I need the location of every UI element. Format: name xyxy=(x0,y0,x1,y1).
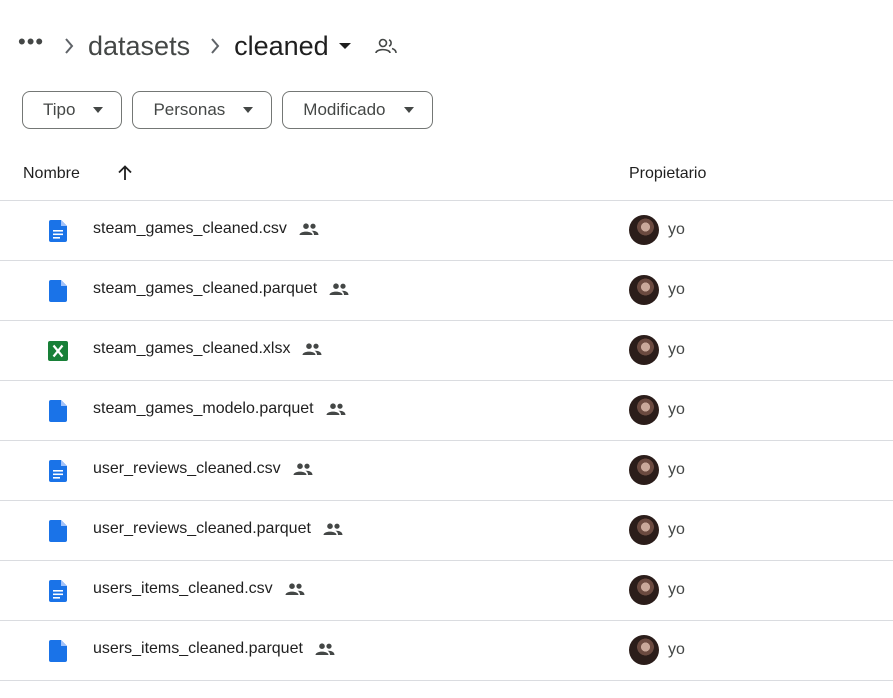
filter-label: Tipo xyxy=(43,100,76,119)
file-name-text: user_reviews_cleaned.csv xyxy=(93,460,281,477)
dropdown-arrow-icon xyxy=(403,107,414,113)
owner-avatar xyxy=(629,455,659,485)
table-row[interactable]: steam_games_cleaned.xlsx yo xyxy=(0,321,893,381)
shared-people-icon xyxy=(326,403,346,415)
table-row[interactable]: steam_games_modelo.parquet yo xyxy=(0,381,893,441)
owner-avatar xyxy=(629,335,659,365)
file-list: steam_games_cleaned.csv yo steam_games_c… xyxy=(0,201,893,681)
filter-label: Personas xyxy=(153,100,226,119)
table-row[interactable]: users_items_cleaned.csv yo xyxy=(0,561,893,621)
filter-personas-button[interactable]: Personas xyxy=(132,91,273,129)
filter-tipo-button[interactable]: Tipo xyxy=(22,91,123,129)
chevron-right-icon xyxy=(210,38,220,54)
doc-file-icon xyxy=(49,460,67,482)
generic-file-icon xyxy=(49,280,67,302)
breadcrumb: ••• datasets cleaned xyxy=(18,22,397,70)
file-name-text: steam_games_cleaned.xlsx xyxy=(93,340,291,357)
shared-people-icon xyxy=(315,643,335,655)
doc-file-icon xyxy=(49,220,67,242)
filter-modificado-button[interactable]: Modificado xyxy=(282,91,433,129)
table-row[interactable]: steam_games_cleaned.parquet yo xyxy=(0,261,893,321)
file-name: steam_games_modelo.parquet xyxy=(93,400,346,418)
dropdown-arrow-icon xyxy=(243,107,254,113)
shared-people-icon xyxy=(302,343,322,355)
filter-chips: Tipo Personas Modificado xyxy=(22,91,433,129)
file-name: steam_games_cleaned.xlsx xyxy=(93,340,322,358)
file-name: steam_games_cleaned.csv xyxy=(93,220,319,238)
more-path-button[interactable]: ••• xyxy=(18,31,44,53)
shared-people-icon xyxy=(285,583,305,595)
owner-avatar xyxy=(629,215,659,245)
file-name: user_reviews_cleaned.parquet xyxy=(93,520,343,538)
folder-menu-caret-icon[interactable] xyxy=(338,42,351,50)
table-row[interactable]: user_reviews_cleaned.csv yo xyxy=(0,441,893,501)
owner-name: yo xyxy=(668,461,685,478)
shared-people-icon xyxy=(329,283,349,295)
column-header-owner[interactable]: Propietario xyxy=(629,165,706,183)
chevron-right-icon xyxy=(64,38,74,54)
owner-avatar xyxy=(629,395,659,425)
file-name-text: steam_games_cleaned.parquet xyxy=(93,280,318,297)
shared-people-icon xyxy=(323,523,343,535)
generic-file-icon xyxy=(49,400,67,422)
table-row[interactable]: users_items_cleaned.parquet yo xyxy=(0,621,893,681)
file-name-text: steam_games_cleaned.csv xyxy=(93,220,287,237)
file-name: users_items_cleaned.csv xyxy=(93,580,305,598)
owner-name: yo xyxy=(668,341,685,358)
shared-people-icon xyxy=(293,463,313,475)
file-name: users_items_cleaned.parquet xyxy=(93,640,335,658)
breadcrumb-datasets[interactable]: datasets xyxy=(88,31,190,62)
breadcrumb-current-folder[interactable]: cleaned xyxy=(234,31,329,62)
column-header-name[interactable]: Nombre xyxy=(23,165,80,183)
file-name-text: steam_games_modelo.parquet xyxy=(93,400,314,417)
shared-folder-icon[interactable] xyxy=(374,38,397,54)
file-name-text: users_items_cleaned.csv xyxy=(93,580,273,597)
table-row[interactable]: user_reviews_cleaned.parquet yo xyxy=(0,501,893,561)
owner-name: yo xyxy=(668,281,685,298)
table-header: Nombre Propietario xyxy=(0,152,893,201)
owner-name: yo xyxy=(668,641,685,658)
dropdown-arrow-icon xyxy=(93,107,104,113)
owner-avatar xyxy=(629,575,659,605)
owner-name: yo xyxy=(668,581,685,598)
owner-avatar xyxy=(629,635,659,665)
file-name: steam_games_cleaned.parquet xyxy=(93,280,349,298)
file-name-text: users_items_cleaned.parquet xyxy=(93,640,303,657)
file-name-text: user_reviews_cleaned.parquet xyxy=(93,520,311,537)
sort-ascending-icon[interactable] xyxy=(115,163,135,188)
file-name: user_reviews_cleaned.csv xyxy=(93,460,313,478)
generic-file-icon xyxy=(49,520,67,542)
owner-avatar xyxy=(629,515,659,545)
owner-avatar xyxy=(629,275,659,305)
sheets-file-icon xyxy=(48,341,68,363)
filter-label: Modificado xyxy=(303,100,386,119)
doc-file-icon xyxy=(49,580,67,602)
table-row[interactable]: steam_games_cleaned.csv yo xyxy=(0,201,893,261)
owner-name: yo xyxy=(668,401,685,418)
owner-name: yo xyxy=(668,521,685,538)
owner-name: yo xyxy=(668,221,685,238)
shared-people-icon xyxy=(299,223,319,235)
generic-file-icon xyxy=(49,640,67,662)
